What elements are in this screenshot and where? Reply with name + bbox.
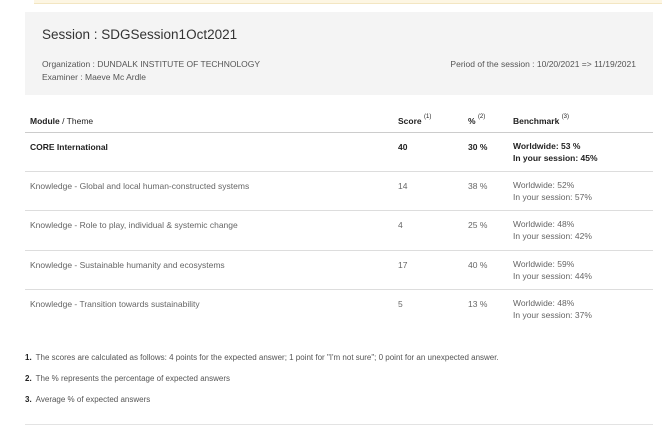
row-percent: 13 % <box>468 299 488 309</box>
row-benchmark: Worldwide: 52% In your session: 57% <box>513 179 592 203</box>
row-score: 40 <box>398 142 408 152</box>
session-period: Period of the session : 10/20/2021 => 11… <box>450 59 636 69</box>
benchmark-worldwide: Worldwide: 52% <box>513 180 575 190</box>
session-info-panel: Session : SDGSession1Oct2021 Organizatio… <box>25 12 653 95</box>
row-module: Knowledge - Transition towards sustainab… <box>30 299 200 309</box>
header-module: Module <box>30 116 60 126</box>
session-title: Session : SDGSession1Oct2021 <box>42 27 238 42</box>
footnote-2: 2. The % represents the percentage of exp… <box>25 374 231 383</box>
footnote-3: 3. Average % of expected answers <box>25 395 151 404</box>
row-score: 14 <box>398 181 408 191</box>
benchmark-worldwide: Worldwide: 53 % <box>513 141 581 151</box>
table-row: Knowledge - Role to play, individual & s… <box>25 211 653 251</box>
row-module: CORE International <box>30 142 108 152</box>
row-percent: 40 % <box>468 260 488 270</box>
row-score: 5 <box>398 299 403 309</box>
row-module: Knowledge - Global and local human-const… <box>30 181 250 191</box>
benchmark-session: In your session: 45% <box>513 153 598 163</box>
benchmark-footnote-ref: (3) <box>561 114 570 120</box>
header-benchmark: Benchmark (3) <box>513 114 570 126</box>
benchmark-session: In your session: 42% <box>513 231 592 241</box>
row-benchmark: Worldwide: 48% In your session: 37% <box>513 297 592 321</box>
benchmark-worldwide: Worldwide: 48% <box>513 298 575 308</box>
header-module-theme: Module / Theme <box>30 116 93 126</box>
top-notice-strip <box>34 0 662 4</box>
percent-footnote-ref: (2) <box>477 114 486 120</box>
table-row: Knowledge - Global and local human-const… <box>25 172 653 211</box>
examiner-label: Examiner : Maeve Mc Ardle <box>42 72 146 82</box>
row-score: 4 <box>398 220 403 230</box>
footnote-1: 1. The scores are calculated as follows: … <box>25 353 499 362</box>
row-percent: 25 % <box>468 220 488 230</box>
bottom-divider <box>25 424 653 425</box>
benchmark-session: In your session: 37% <box>513 310 592 320</box>
header-score: Score (1) <box>398 114 432 126</box>
header-percent: % (2) <box>468 114 486 126</box>
row-module: Knowledge - Role to play, individual & s… <box>30 220 238 230</box>
header-theme: / Theme <box>59 116 94 126</box>
row-module: Knowledge - Sustainable humanity and eco… <box>30 260 225 270</box>
organization-label: Organization : DUNDALK INSTITUTE OF TECH… <box>42 59 261 69</box>
row-percent: 30 % <box>468 142 488 152</box>
row-percent: 38 % <box>468 181 488 191</box>
table-header: Module / Theme Score (1) % (2) Benchmark… <box>25 110 653 133</box>
row-score: 17 <box>398 260 408 270</box>
benchmark-worldwide: Worldwide: 48% <box>513 219 575 229</box>
benchmark-worldwide: Worldwide: 59% <box>513 259 575 269</box>
row-benchmark: Worldwide: 53 % In your session: 45% <box>513 140 598 164</box>
benchmark-session: In your session: 44% <box>513 271 592 281</box>
results-table: Module / Theme Score (1) % (2) Benchmark… <box>25 110 653 328</box>
benchmark-session: In your session: 57% <box>513 192 592 202</box>
table-row: Knowledge - Sustainable humanity and eco… <box>25 251 653 290</box>
score-footnote-ref: (1) <box>424 114 432 120</box>
table-row: CORE International 40 30 % Worldwide: 53… <box>25 133 653 172</box>
row-benchmark: Worldwide: 48% In your session: 42% <box>513 218 592 242</box>
row-benchmark: Worldwide: 59% In your session: 44% <box>513 258 592 282</box>
table-row: Knowledge - Transition towards sustainab… <box>25 290 653 328</box>
